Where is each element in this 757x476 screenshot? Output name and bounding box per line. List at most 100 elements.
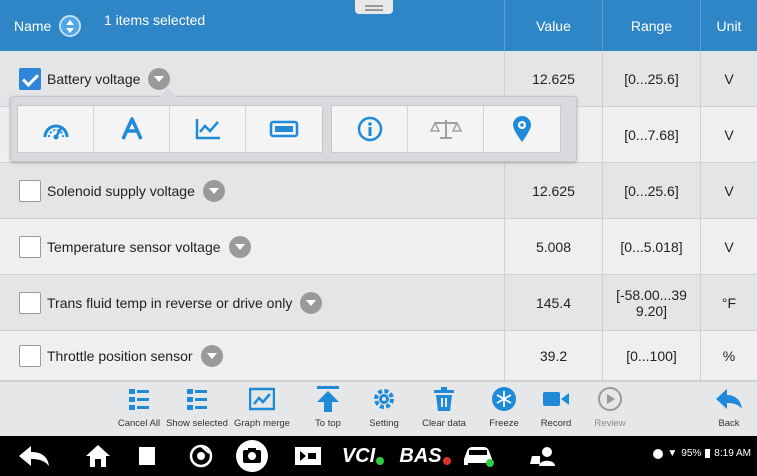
record-label: Record xyxy=(540,418,572,429)
nav-app-button[interactable] xyxy=(288,442,328,470)
review-label: Review xyxy=(594,418,626,429)
car-icon xyxy=(464,447,494,467)
nav-home-button[interactable] xyxy=(78,442,118,470)
table-row[interactable]: Solenoid supply voltage 12.625 [0...25.6… xyxy=(0,163,757,219)
user-car-icon xyxy=(530,447,555,466)
nav-back-button[interactable] xyxy=(14,442,54,470)
location-pin-icon xyxy=(513,116,531,142)
row-unit: V xyxy=(724,127,734,143)
compare-button[interactable] xyxy=(408,106,484,152)
info-button[interactable] xyxy=(332,106,408,152)
row-checkbox[interactable] xyxy=(19,68,41,90)
display-mode-group xyxy=(17,105,323,153)
row-checkbox[interactable] xyxy=(19,292,41,314)
table-row[interactable]: Throttle position sensor 39.2 [0...100] … xyxy=(0,331,757,381)
back-arrow-icon xyxy=(716,389,742,409)
info-group xyxy=(331,105,561,153)
to-top-button[interactable]: To top xyxy=(308,382,348,437)
nav-user-button[interactable] xyxy=(520,442,564,470)
wifi-icon: ▼ xyxy=(667,448,678,459)
text-mode-button[interactable] xyxy=(94,106,170,152)
table-row[interactable]: Trans fluid temp in reverse or drive onl… xyxy=(0,275,757,331)
row-range: [-58.00...39 9.20] xyxy=(616,287,687,319)
bottom-toolbar: Cancel All Show selected Graph merge To … xyxy=(0,381,757,436)
browser-icon xyxy=(189,444,213,468)
expand-chevron-icon[interactable] xyxy=(228,236,251,258)
row-name: Throttle position sensor xyxy=(47,348,193,364)
review-button[interactable]: Review xyxy=(590,382,630,437)
snowflake-icon xyxy=(492,387,516,411)
value-column-header: Value xyxy=(536,17,571,34)
info-icon xyxy=(357,116,382,142)
name-column-header[interactable]: Name xyxy=(14,0,82,51)
row-checkbox[interactable] xyxy=(19,236,41,258)
nav-camera-button[interactable] xyxy=(232,440,272,472)
row-name: Battery voltage xyxy=(47,71,141,87)
video-record-icon xyxy=(543,392,569,406)
row-unit: % xyxy=(722,348,736,364)
row-name: Trans fluid temp in reverse or drive onl… xyxy=(47,295,293,311)
freeze-button[interactable]: Freeze xyxy=(484,382,524,437)
setting-label: Setting xyxy=(369,418,399,429)
display-mode-popup xyxy=(10,88,577,162)
battery-level: 95% xyxy=(681,448,702,459)
row-range: [0...25.6] xyxy=(624,183,679,199)
freeze-label: Freeze xyxy=(489,418,519,429)
table-header: Name 1 items selected Value Range Unit xyxy=(0,0,757,51)
recent-apps-icon xyxy=(139,447,155,465)
record-button[interactable]: Record xyxy=(536,382,576,437)
system-nav-bar: VCI BAS ▼ 95% 8:19 AM xyxy=(0,436,757,476)
graph-merge-label: Graph merge xyxy=(234,418,290,429)
line-graph-icon xyxy=(195,119,220,140)
home-icon xyxy=(86,445,110,467)
nav-vci-button[interactable]: VCI xyxy=(336,442,390,470)
expand-chevron-icon[interactable] xyxy=(202,180,225,202)
show-selected-label: Show selected xyxy=(166,418,228,429)
graph-merge-icon xyxy=(249,387,275,411)
row-range: [0...25.6] xyxy=(624,71,679,87)
clock: 8:19 AM xyxy=(714,448,751,459)
row-range: [0...5.018] xyxy=(620,239,683,255)
trash-icon xyxy=(434,387,454,411)
expand-chevron-icon[interactable] xyxy=(200,345,223,367)
gauge-mode-button[interactable] xyxy=(18,106,94,152)
row-range: [0...100] xyxy=(626,348,677,364)
nav-recent-button[interactable] xyxy=(127,442,167,470)
drag-handle[interactable] xyxy=(355,0,393,14)
table-row[interactable]: Temperature sensor voltage 5.008 [0...5.… xyxy=(0,219,757,275)
expand-chevron-icon[interactable] xyxy=(300,292,323,314)
bas-status-icon xyxy=(442,457,451,465)
range-column-header: Range xyxy=(630,17,673,34)
location-button[interactable] xyxy=(484,106,560,152)
row-unit: V xyxy=(724,183,734,199)
row-name: Solenoid supply voltage xyxy=(47,183,195,199)
row-unit: °F xyxy=(721,295,737,311)
cancel-all-button[interactable]: Cancel All xyxy=(117,382,161,437)
back-button[interactable]: Back xyxy=(711,382,747,437)
battery-icon xyxy=(705,449,711,458)
row-checkbox[interactable] xyxy=(19,180,41,202)
digital-mode-button[interactable] xyxy=(246,106,322,152)
nav-browser-button[interactable] xyxy=(181,442,221,470)
nav-back-icon xyxy=(19,446,49,466)
nav-bas-button[interactable]: BAS xyxy=(398,442,452,470)
unit-column-header: Unit xyxy=(716,17,742,34)
setting-button[interactable]: Setting xyxy=(364,382,404,437)
clear-data-label: Clear data xyxy=(422,418,466,429)
show-selected-button[interactable]: Show selected xyxy=(162,382,232,437)
to-top-label: To top xyxy=(315,418,341,429)
notification-icon xyxy=(653,448,664,459)
sort-icon[interactable] xyxy=(59,14,82,37)
nav-vehicle-button[interactable] xyxy=(456,442,500,470)
graph-merge-button[interactable]: Graph merge xyxy=(232,382,292,437)
text-mode-icon xyxy=(120,117,143,140)
row-checkbox[interactable] xyxy=(19,345,41,367)
graph-mode-button[interactable] xyxy=(170,106,246,152)
clear-data-button[interactable]: Clear data xyxy=(420,382,468,437)
digital-display-icon xyxy=(269,120,299,138)
expand-chevron-icon[interactable] xyxy=(148,68,171,90)
cancel-all-label: Cancel All xyxy=(117,418,161,429)
cancel-all-icon xyxy=(129,389,149,410)
remote-app-icon xyxy=(295,447,321,465)
to-top-icon xyxy=(317,386,339,412)
